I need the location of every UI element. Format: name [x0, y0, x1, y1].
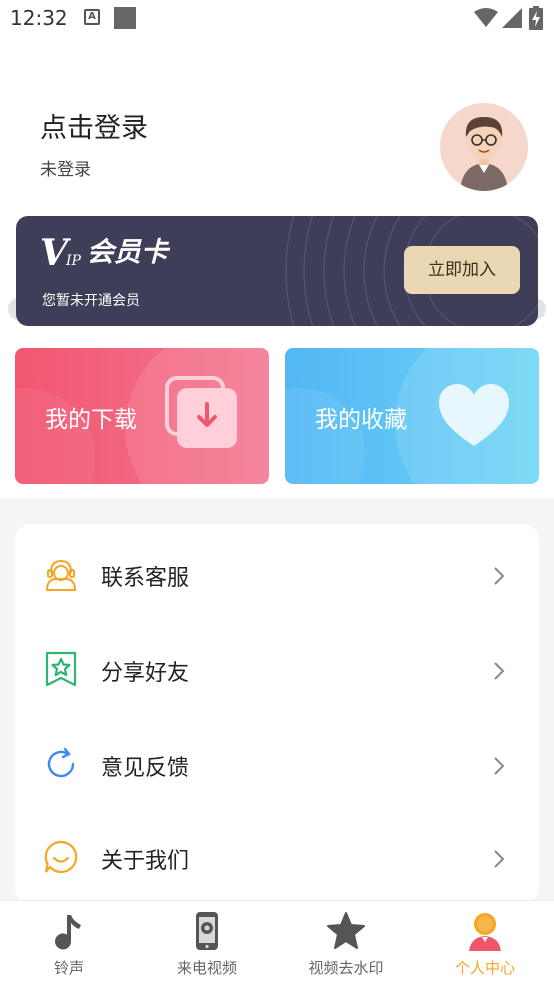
vip-card-name: 会员卡 — [86, 237, 168, 268]
wifi-icon — [474, 8, 498, 27]
vip-card[interactable]: VIP 会员卡 您暂未开通会员 立即加入 — [16, 216, 538, 326]
star-icon — [327, 912, 365, 949]
login-status: 未登录 — [40, 160, 91, 180]
menu-item-customer-service[interactable]: 联系客服 — [15, 532, 539, 612]
music-note-icon — [55, 915, 81, 950]
menu-item-feedback[interactable]: 意见反馈 — [15, 722, 539, 802]
profile-page: 12:32 A 点击登录 未登录 VIP 会员卡 您暂未开通会员 立即加入 我的… — [0, 0, 554, 984]
nav-tab-watermark-removal[interactable]: 视频去水印 — [277, 901, 415, 984]
menu-item-about-us[interactable]: 关于我们 — [15, 815, 539, 895]
heart-icon — [439, 384, 509, 446]
avatar-illustration-icon — [460, 117, 508, 191]
vip-logo: VIP 会员卡 — [40, 230, 168, 274]
vip-logo-v: V — [40, 232, 68, 274]
phone-video-icon — [196, 912, 218, 950]
user-icon — [469, 913, 501, 951]
settings-menu: 联系客服 分享好友 意见反馈 关于我们 — [15, 524, 539, 904]
menu-item-label: 联系客服 — [101, 566, 190, 591]
refresh-icon — [47, 747, 75, 778]
chevron-right-icon — [494, 757, 505, 775]
nav-tab-call-video[interactable]: 来电视频 — [138, 901, 276, 984]
status-bar: 12:32 A — [0, 0, 554, 40]
my-favorites-tile[interactable]: 我的收藏 — [285, 348, 539, 484]
notification-square-icon — [114, 7, 136, 29]
avatar[interactable] — [440, 103, 528, 191]
vip-logo-ip: IP — [65, 253, 81, 269]
status-time: 12:32 — [10, 6, 68, 30]
join-vip-button[interactable]: 立即加入 — [404, 246, 520, 294]
nav-tab-label: 视频去水印 — [308, 959, 384, 977]
battery-charging-icon — [529, 6, 543, 30]
menu-item-label: 分享好友 — [101, 661, 190, 686]
nav-tab-profile[interactable]: 个人中心 — [416, 901, 554, 984]
bottom-navigation: 铃声 来电视频 视频去水印 个人中心 — [0, 900, 554, 984]
my-downloads-label: 我的下载 — [45, 407, 137, 433]
customer-service-icon — [45, 559, 77, 591]
share-star-icon — [45, 651, 77, 687]
chevron-right-icon — [494, 567, 505, 585]
nav-tab-label: 铃声 — [53, 959, 84, 977]
login-title[interactable]: 点击登录 — [40, 106, 148, 145]
menu-item-label: 关于我们 — [101, 849, 190, 874]
menu-item-share-friends[interactable]: 分享好友 — [15, 627, 539, 707]
signal-icon — [502, 8, 522, 28]
menu-item-label: 意见反馈 — [101, 756, 190, 781]
nav-tab-ringtones[interactable]: 铃声 — [0, 901, 138, 984]
my-favorites-label: 我的收藏 — [315, 407, 407, 433]
chevron-right-icon — [494, 850, 505, 868]
download-icon — [165, 376, 237, 448]
vip-subtitle: 您暂未开通会员 — [42, 293, 140, 309]
nav-tab-label: 个人中心 — [454, 959, 515, 977]
chevron-right-icon — [494, 662, 505, 680]
my-downloads-tile[interactable]: 我的下载 — [15, 348, 269, 484]
notification-a-icon: A — [84, 9, 100, 25]
chat-smile-icon — [44, 840, 78, 874]
nav-tab-label: 来电视频 — [176, 959, 237, 977]
